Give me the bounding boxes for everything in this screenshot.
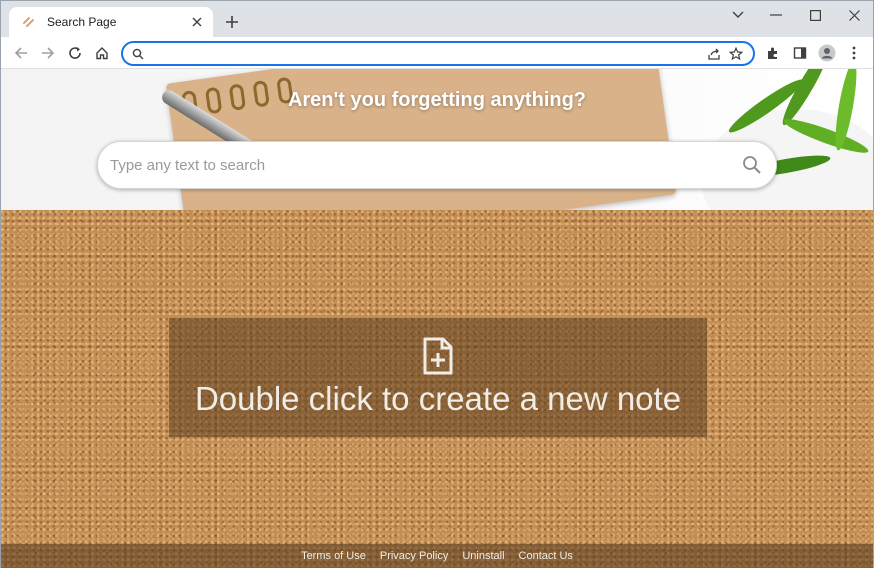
new-note-area[interactable]: Double click to create a new note [169, 318, 707, 437]
corkboard[interactable]: Double click to create a new note [1, 210, 873, 568]
search-input[interactable] [110, 150, 728, 180]
share-icon[interactable] [703, 44, 725, 64]
page-content: Aren't you forgetting anything? Double c… [1, 69, 873, 568]
close-icon[interactable] [835, 3, 873, 27]
reload-icon[interactable] [63, 41, 87, 65]
tab-close-icon[interactable] [187, 12, 207, 32]
profile-avatar-icon[interactable] [815, 41, 839, 65]
browser-window: Search Page Aren't you forgetting anythi… [0, 0, 874, 568]
address-input[interactable] [155, 43, 703, 64]
tab-strip: Search Page [1, 1, 873, 37]
search-box [97, 141, 777, 189]
address-bar[interactable] [121, 41, 755, 66]
minimize-icon[interactable] [757, 3, 795, 27]
privacy-policy-link[interactable]: Privacy Policy [380, 550, 448, 562]
tab-search-page[interactable]: Search Page [9, 7, 213, 37]
hero-banner: Aren't you forgetting anything? [1, 69, 873, 210]
back-icon[interactable] [9, 41, 33, 65]
search-submit-icon[interactable] [728, 141, 776, 189]
terms-of-use-link[interactable]: Terms of Use [301, 550, 366, 562]
uninstall-link[interactable]: Uninstall [462, 550, 504, 562]
home-icon[interactable] [90, 41, 114, 65]
maximize-icon[interactable] [796, 3, 834, 27]
bookmark-star-icon[interactable] [725, 44, 747, 64]
tab-search-dropdown-icon[interactable] [719, 3, 757, 27]
note-favicon-icon [23, 17, 34, 27]
extensions-icon[interactable] [761, 41, 785, 65]
new-tab-button[interactable] [221, 11, 243, 33]
menu-kebab-icon[interactable] [842, 41, 866, 65]
search-icon [127, 44, 149, 64]
tab-title: Search Page [47, 15, 117, 29]
browser-toolbar [1, 37, 873, 69]
page-title: Aren't you forgetting anything? [287, 89, 587, 111]
footer: Terms of Use Privacy Policy Uninstall Co… [1, 544, 873, 568]
new-note-label: Double click to create a new note [194, 379, 682, 417]
add-note-icon [423, 337, 453, 374]
forward-icon[interactable] [36, 41, 60, 65]
side-panel-icon[interactable] [788, 41, 812, 65]
contact-us-link[interactable]: Contact Us [519, 550, 573, 562]
